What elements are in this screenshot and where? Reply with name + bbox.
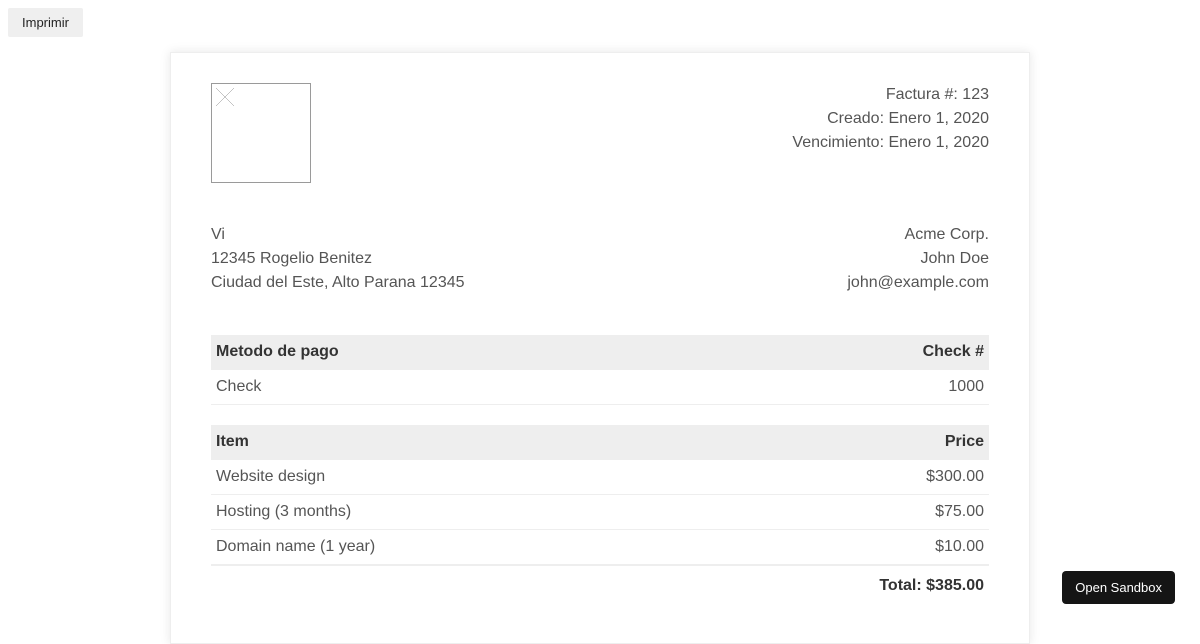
item-header: Item <box>211 425 675 460</box>
item-price: $300.00 <box>675 460 989 495</box>
company-from: Vi 12345 Rogelio Benitez Ciudad del Este… <box>211 223 465 295</box>
total-amount: $385.00 <box>926 577 984 594</box>
item-name: Website design <box>211 460 675 495</box>
logo-placeholder <box>211 83 311 183</box>
invoice-number: 123 <box>962 86 989 103</box>
company-to: Acme Corp. John Doe john@example.com <box>847 223 989 295</box>
payment-check-num: 1000 <box>717 370 989 405</box>
items-table: Item Price Website design $300.00 Hostin… <box>211 425 989 603</box>
item-row: Hosting (3 months) $75.00 <box>211 495 989 530</box>
payment-method-header: Metodo de pago <box>211 335 717 370</box>
invoice-created: Enero 1, 2020 <box>888 110 989 127</box>
payment-method: Check <box>211 370 717 405</box>
payment-check-header: Check # <box>717 335 989 370</box>
payment-table: Metodo de pago Check # Check 1000 <box>211 335 989 405</box>
item-row: Website design $300.00 <box>211 460 989 495</box>
invoice-box: Factura #: 123 Creado: Enero 1, 2020 Ven… <box>170 52 1030 644</box>
item-row: Domain name (1 year) $10.00 <box>211 530 989 566</box>
item-price: $10.00 <box>675 530 989 566</box>
invoice-meta: Factura #: 123 Creado: Enero 1, 2020 Ven… <box>792 83 989 155</box>
total-row: Total: $385.00 <box>211 565 989 603</box>
to-email: john@example.com <box>847 271 989 295</box>
from-name: Vi <box>211 223 465 247</box>
invoice-created-label: Creado: <box>827 110 884 127</box>
total-label: Total: <box>879 577 921 594</box>
to-person: John Doe <box>847 247 989 271</box>
print-button[interactable]: Imprimir <box>8 8 83 37</box>
invoice-due: Enero 1, 2020 <box>888 134 989 151</box>
parties-row: Vi 12345 Rogelio Benitez Ciudad del Este… <box>211 223 989 295</box>
price-header: Price <box>675 425 989 460</box>
from-city: Ciudad del Este, Alto Parana 12345 <box>211 271 465 295</box>
invoice-number-label: Factura #: <box>886 86 958 103</box>
from-street: 12345 Rogelio Benitez <box>211 247 465 271</box>
to-name: Acme Corp. <box>847 223 989 247</box>
invoice-due-label: Vencimiento: <box>792 134 884 151</box>
invoice-header: Factura #: 123 Creado: Enero 1, 2020 Ven… <box>211 83 989 183</box>
item-price: $75.00 <box>675 495 989 530</box>
open-sandbox-button[interactable]: Open Sandbox <box>1062 571 1175 604</box>
item-name: Domain name (1 year) <box>211 530 675 566</box>
item-name: Hosting (3 months) <box>211 495 675 530</box>
